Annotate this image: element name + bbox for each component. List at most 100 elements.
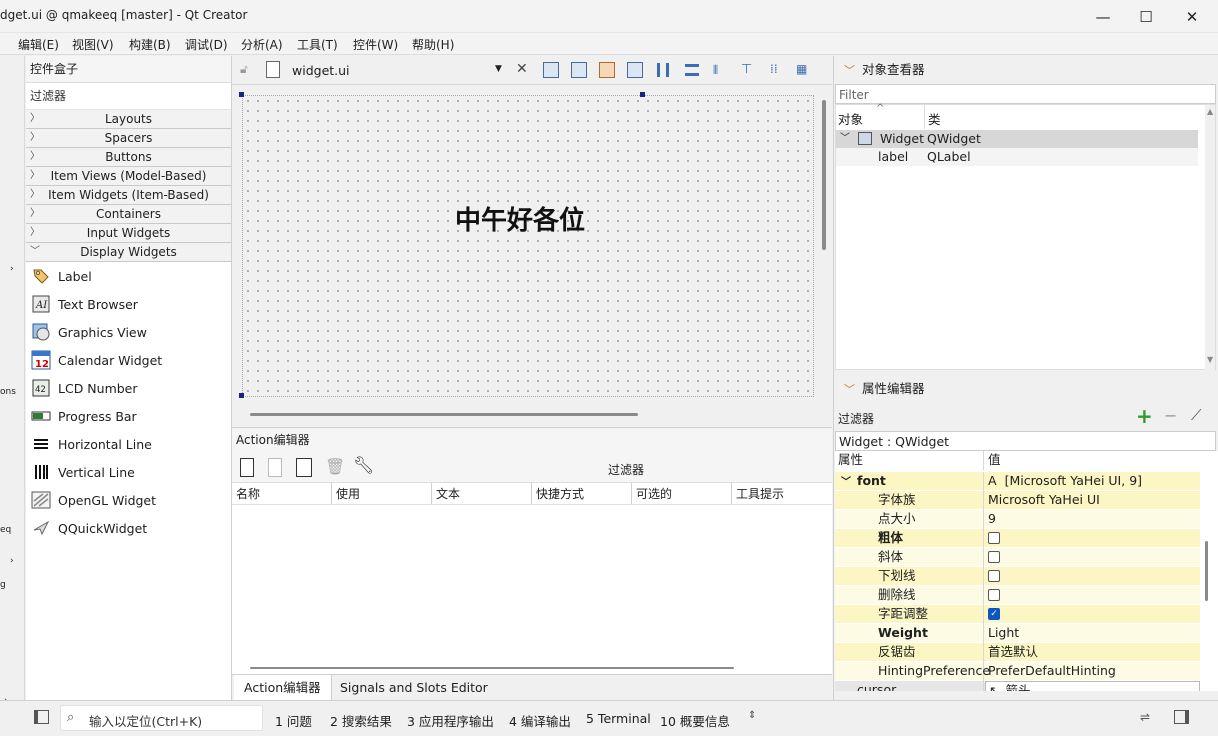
property-value[interactable]: PreferDefaultHinting	[985, 662, 1200, 681]
property-row[interactable]: 字距调整 ✓	[835, 605, 1200, 624]
property-group-font[interactable]: ﹀ font A [Microsoft YaHei UI, 9]	[835, 472, 1200, 491]
property-filter[interactable]: 过滤器	[838, 410, 874, 427]
form-label-text[interactable]: 中午好各位	[455, 200, 585, 237]
property-row[interactable]: 粗体	[835, 529, 1200, 548]
property-scrollbar[interactable]	[1205, 541, 1208, 601]
layout-grid-icon[interactable]: ▦	[796, 62, 807, 76]
delete-action-icon[interactable]: 🗑︎	[325, 457, 345, 476]
output-pane-terminal[interactable]: 5 Terminal	[586, 711, 651, 726]
widget-item-calendar[interactable]: 12 Calendar Widget	[26, 346, 231, 374]
menu-analyze[interactable]: 分析(A)	[241, 36, 283, 53]
category-display-widgets[interactable]: ﹀ Display Widgets	[26, 243, 231, 262]
canvas-vertical-scrollbar[interactable]	[822, 100, 826, 250]
expand-arrow-icon[interactable]: ›	[10, 264, 14, 274]
layout-horizontal-icon[interactable]	[657, 63, 669, 77]
edit-tab-order-icon[interactable]	[627, 62, 643, 78]
action-filter[interactable]: 过滤器	[608, 461, 644, 478]
toggle-right-sidebar-icon[interactable]	[1174, 710, 1189, 724]
widget-box-filter[interactable]: 过滤器	[26, 83, 231, 110]
copy-action-icon[interactable]	[268, 458, 282, 477]
widget-item-progress-bar[interactable]: Progress Bar	[26, 402, 231, 430]
widget-item-text-browser[interactable]: AI Text Browser	[26, 290, 231, 318]
file-dropdown-icon[interactable]: ▼	[495, 64, 502, 74]
object-inspector-header[interactable]: ﹀ 对象查看器	[834, 56, 1218, 84]
widget-item-label[interactable]: Label	[26, 262, 231, 290]
property-row[interactable]: 删除线	[835, 586, 1200, 605]
toggle-left-sidebar-icon[interactable]	[34, 710, 49, 724]
bold-checkbox[interactable]	[988, 531, 1000, 544]
resize-handle[interactable]	[239, 92, 244, 97]
property-editor-header[interactable]: ﹀ 属性编辑器	[834, 375, 1218, 403]
paste-action-icon[interactable]	[296, 458, 312, 477]
column-header[interactable]: 快捷方式	[532, 483, 632, 504]
property-value[interactable]: 箭头	[1005, 683, 1030, 691]
property-row[interactable]: 点大小 9	[835, 510, 1200, 529]
lock-icon[interactable]: 🔓︎	[240, 62, 248, 77]
minimize-button[interactable]: —	[1080, 0, 1126, 33]
splitter-vertical-icon[interactable]: ⊤	[741, 62, 752, 77]
property-row[interactable]: 斜体	[835, 548, 1200, 567]
column-header[interactable]: 使用	[332, 483, 432, 504]
widget-item-lcd-number[interactable]: 42 LCD Number	[26, 374, 231, 402]
edit-buddies-icon[interactable]	[599, 62, 615, 78]
tab-signals-slots[interactable]: Signals and Slots Editor	[330, 675, 498, 701]
splitter-horizontal-icon[interactable]: ⫴	[713, 63, 718, 78]
new-action-icon[interactable]	[240, 458, 254, 477]
more-panes-icon[interactable]: ⇕	[748, 710, 756, 721]
widget-item-graphics-view[interactable]: Graphics View	[26, 318, 231, 346]
menu-view[interactable]: 视图(V)	[72, 36, 114, 53]
column-header[interactable]: 文本	[432, 483, 532, 504]
tree-scrollbar[interactable]	[1205, 105, 1215, 371]
property-value[interactable]: 首选默认	[985, 643, 1200, 662]
widget-item-vertical-line[interactable]: Vertical Line	[26, 458, 231, 486]
property-value[interactable]: 9	[985, 510, 1200, 529]
output-pane-app-output[interactable]: 3 应用程序输出	[407, 711, 494, 730]
output-pane-general-messages[interactable]: 10 概要信息	[660, 711, 730, 730]
resize-handle[interactable]	[239, 393, 244, 398]
close-document-icon[interactable]: ✕	[516, 61, 528, 77]
tab-action-editor[interactable]: Action编辑器	[234, 675, 332, 701]
output-pane-issues[interactable]: 1 问题	[275, 711, 312, 730]
output-pane-search-results[interactable]: 2 搜索结果	[330, 711, 392, 730]
menu-help[interactable]: 帮助(H)	[412, 36, 454, 53]
property-row[interactable]: HintingPreference PreferDefaultHinting	[835, 662, 1200, 681]
category-containers[interactable]: 〉 Containers	[26, 205, 231, 224]
layout-form-icon[interactable]: ⁞⁞	[770, 62, 778, 76]
menu-controls[interactable]: 控件(W)	[353, 36, 398, 53]
menu-build[interactable]: 构建(B)	[129, 36, 171, 53]
remove-property-icon[interactable]: −	[1164, 406, 1177, 425]
tree-row-label[interactable]: label QLabel	[836, 148, 1198, 166]
property-row[interactable]: 下划线	[835, 567, 1200, 586]
widget-item-quick-widget[interactable]: QQuickWidget	[26, 514, 231, 542]
strikeout-checkbox[interactable]	[988, 588, 1000, 601]
menu-tools[interactable]: 工具(T)	[297, 36, 338, 53]
widget-item-horizontal-line[interactable]: Horizontal Line	[26, 430, 231, 458]
property-value[interactable]: Microsoft YaHei UI	[985, 491, 1200, 510]
widget-item-opengl[interactable]: OpenGL Widget	[26, 486, 231, 514]
menu-debug[interactable]: 调试(D)	[185, 36, 228, 53]
close-button[interactable]: ✕	[1169, 0, 1215, 33]
maximize-button[interactable]: ☐	[1123, 0, 1169, 33]
column-header-value[interactable]: 值	[985, 451, 1200, 470]
progress-details-icon[interactable]: ⇌	[1140, 710, 1150, 724]
category-item-views[interactable]: 〉 Item Views (Model-Based)	[26, 167, 231, 186]
underline-checkbox[interactable]	[988, 569, 1000, 582]
output-pane-compile-output[interactable]: 4 编译输出	[509, 711, 571, 730]
layout-vertical-icon[interactable]	[685, 64, 699, 76]
property-row[interactable]: 反锯齿 首选默认	[835, 643, 1200, 662]
column-header[interactable]: 可选的	[632, 483, 732, 504]
kerning-checkbox[interactable]: ✓	[988, 607, 1000, 620]
configure-wrench-icon[interactable]: 🔧︎	[353, 456, 375, 476]
configure-wand-icon[interactable]: ⟋	[1191, 406, 1202, 424]
open-file-name[interactable]: widget.ui	[292, 63, 350, 78]
category-input-widgets[interactable]: 〉 Input Widgets	[26, 224, 231, 243]
column-header-class[interactable]: 类	[928, 109, 941, 128]
action-horizontal-scrollbar[interactable]	[250, 667, 734, 669]
object-filter-input[interactable]: Filter	[835, 84, 1216, 104]
column-header-property[interactable]: 属性	[835, 451, 984, 470]
column-header[interactable]: 工具提示	[732, 483, 832, 504]
property-row-cursor[interactable]: cursor ↖ 箭头	[835, 681, 1200, 691]
scroll-down-icon[interactable]: ▼	[1207, 355, 1213, 364]
menu-edit[interactable]: 编辑(E)	[18, 36, 59, 53]
resize-handle[interactable]	[640, 92, 645, 97]
